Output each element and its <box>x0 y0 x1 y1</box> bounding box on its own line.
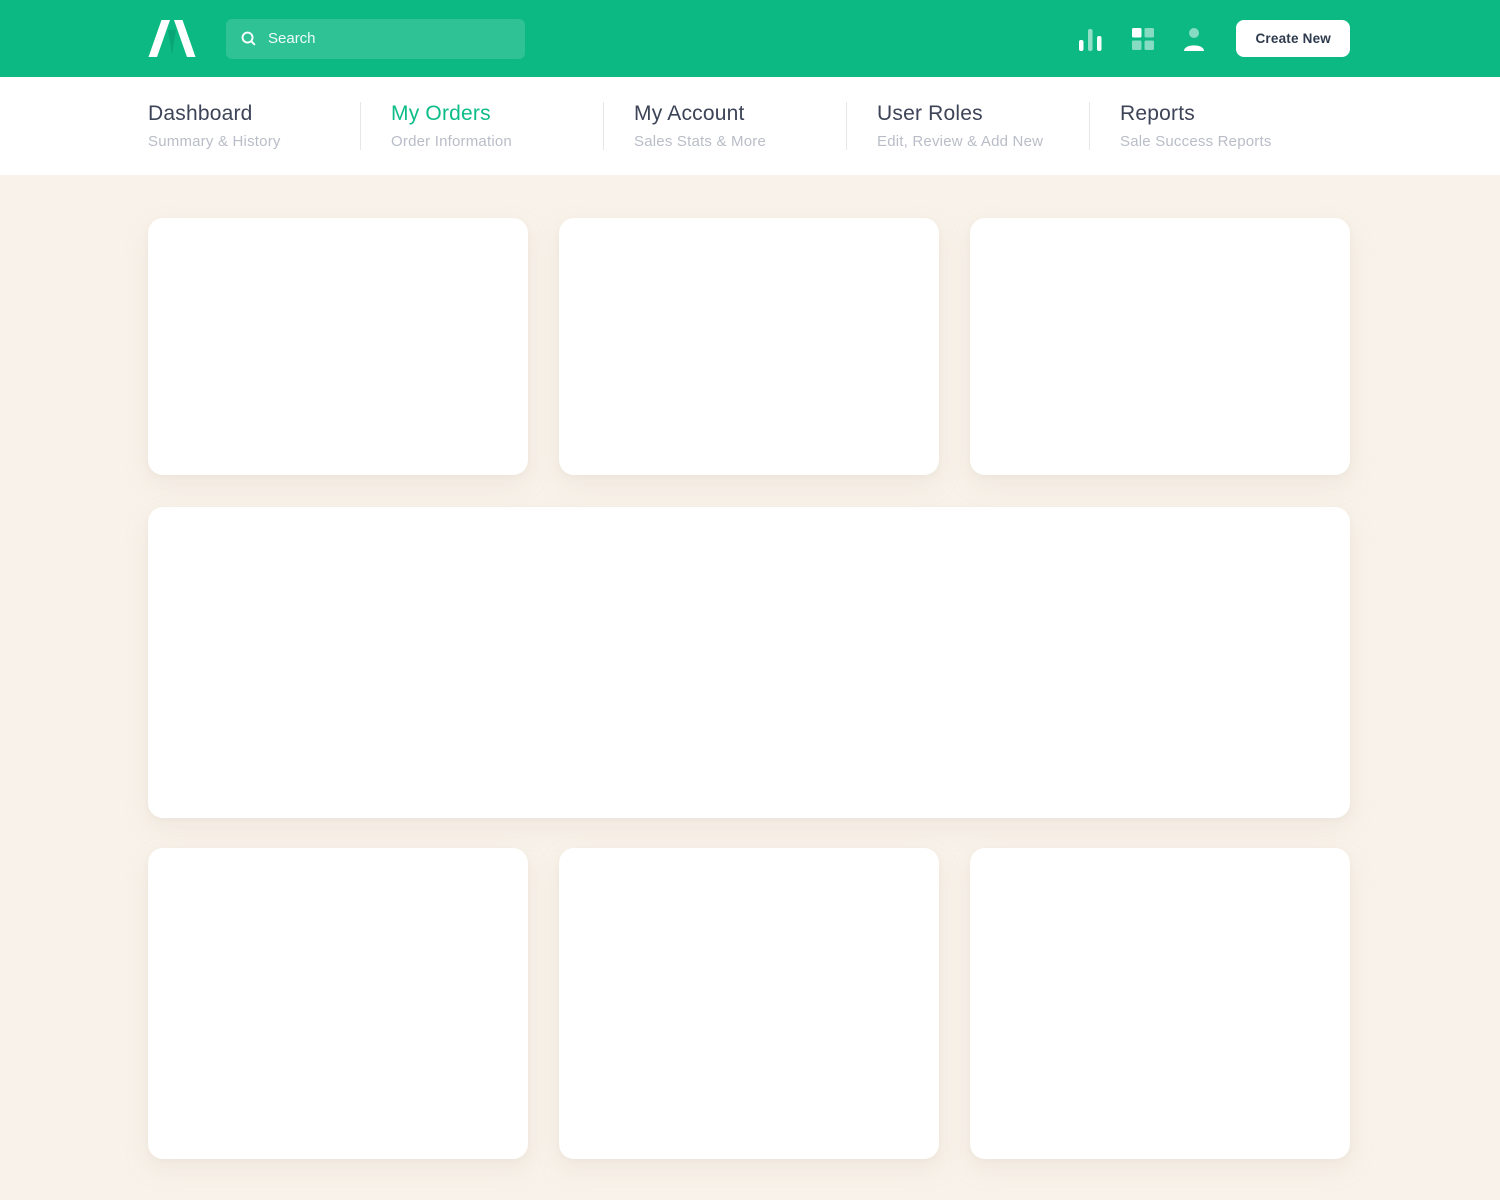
tab-label: User Roles <box>877 102 983 125</box>
card-top-1 <box>148 218 528 475</box>
tab-sublabel: Order Information <box>391 133 512 150</box>
header-actions: Create New <box>1078 20 1350 57</box>
tab-label: Reports <box>1120 102 1195 125</box>
card-top-2 <box>559 218 939 475</box>
grid-apps-icon[interactable] <box>1132 27 1155 50</box>
card-bottom-3 <box>970 848 1350 1159</box>
card-row-top <box>148 218 1350 475</box>
search-bar[interactable] <box>226 18 525 59</box>
tab-label: My Account <box>634 102 745 125</box>
card-top-3 <box>970 218 1350 475</box>
tab-sublabel: Sale Success Reports <box>1120 133 1272 150</box>
search-icon <box>240 30 257 47</box>
tab-reports[interactable]: Reports Sale Success Reports <box>1089 102 1332 150</box>
tab-my-orders[interactable]: My Orders Order Information <box>360 102 603 150</box>
bar-chart-icon[interactable] <box>1078 26 1104 52</box>
tab-label: My Orders <box>391 102 491 125</box>
app-header: Create New <box>0 0 1500 77</box>
brand-logo-icon <box>148 20 196 57</box>
tab-sublabel: Edit, Review & Add New <box>877 133 1044 150</box>
card-bottom-1 <box>148 848 528 1159</box>
tab-sublabel: Summary & History <box>148 133 281 150</box>
card-bottom-2 <box>559 848 939 1159</box>
tab-dashboard[interactable]: Dashboard Summary & History <box>148 102 360 150</box>
primary-nav: Dashboard Summary & History My Orders Or… <box>0 77 1500 175</box>
tab-user-roles[interactable]: User Roles Edit, Review & Add New <box>846 102 1089 150</box>
create-new-button[interactable]: Create New <box>1236 20 1350 57</box>
search-input[interactable] <box>268 30 511 47</box>
user-profile-icon[interactable] <box>1182 26 1206 51</box>
content-area <box>0 175 1500 1200</box>
tab-label: Dashboard <box>148 102 253 125</box>
card-wide <box>148 507 1350 818</box>
brand-logo[interactable] <box>148 20 196 57</box>
tab-sublabel: Sales Stats & More <box>634 133 766 150</box>
tab-my-account[interactable]: My Account Sales Stats & More <box>603 102 846 150</box>
card-row-bottom <box>148 848 1350 1159</box>
